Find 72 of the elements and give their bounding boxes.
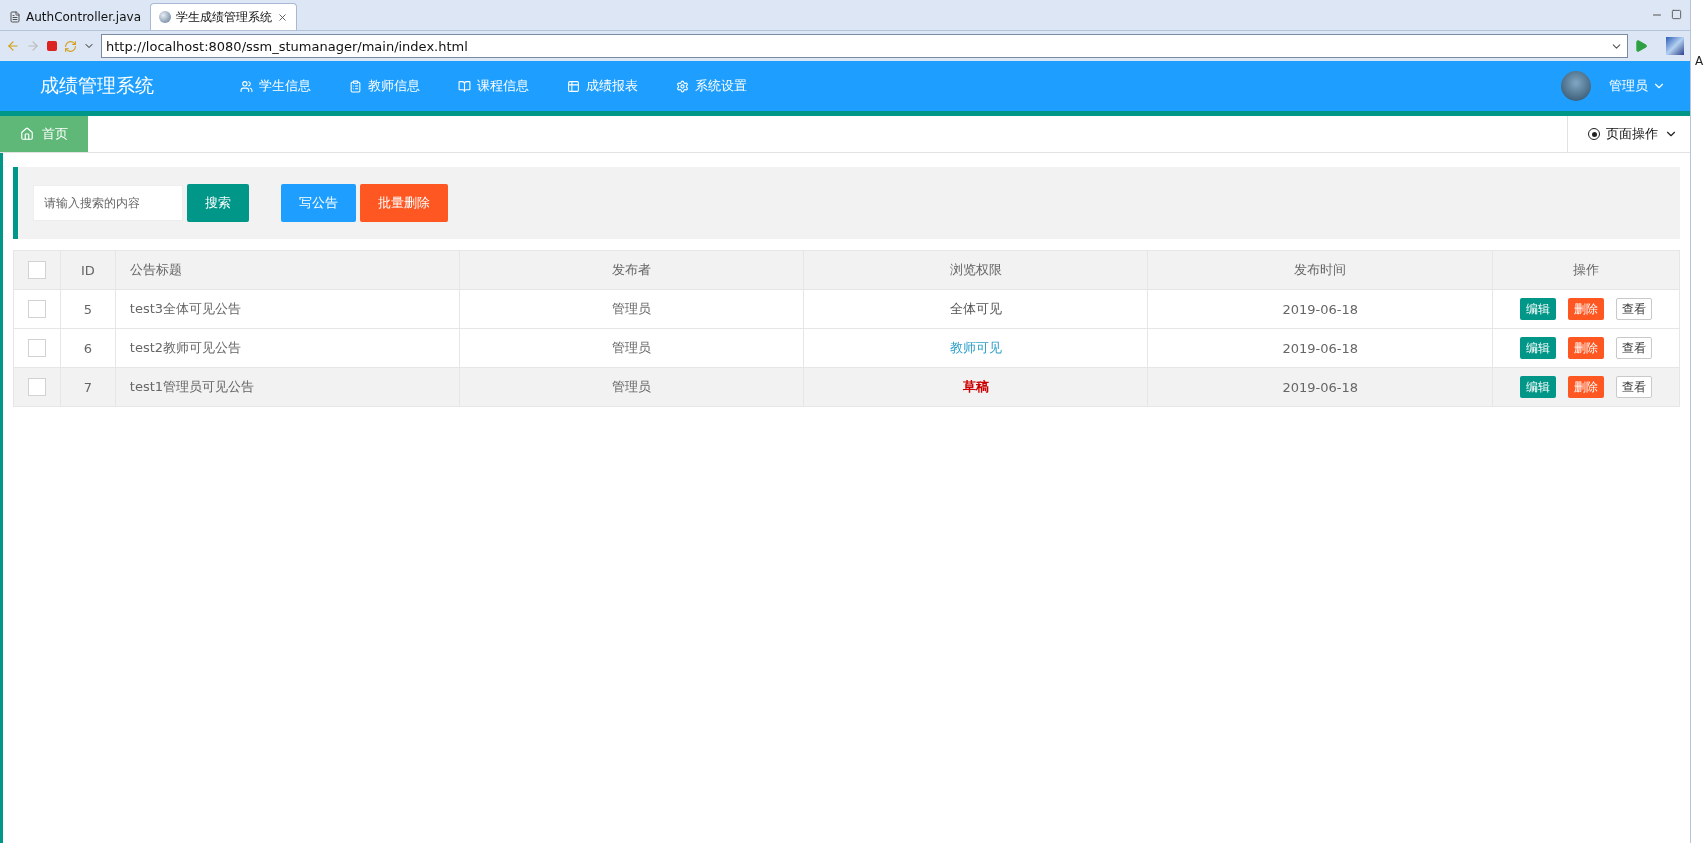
permission-text: 教师可见: [949, 340, 1002, 355]
clipboard-icon: [349, 79, 362, 93]
action-button[interactable]: 查看: [1615, 376, 1652, 398]
nav-link[interactable]: 成绩报表: [567, 77, 638, 95]
column-header: 操作: [1492, 250, 1680, 290]
action-button[interactable]: 删除: [1567, 337, 1604, 359]
table-icon: [567, 79, 580, 93]
stop-icon[interactable]: [46, 40, 58, 52]
url-text: http://localhost:8080/ssm_stumanager/main/index.html: [106, 38, 469, 54]
play-icon[interactable]: [1634, 39, 1648, 53]
action-button[interactable]: 查看: [1615, 298, 1652, 320]
search-field[interactable]: 请输入搜索的内容: [33, 185, 183, 221]
user-menu[interactable]: 管理员: [1609, 77, 1666, 95]
maximize-icon[interactable]: [1671, 9, 1682, 21]
nav-link[interactable]: 学生信息: [240, 77, 311, 95]
globe-icon: [159, 11, 171, 23]
book-icon: [458, 79, 471, 93]
close-icon[interactable]: [277, 11, 288, 23]
toolbar-button[interactable]: 搜索: [187, 184, 249, 222]
column-header: 浏览权限: [803, 250, 1148, 290]
column-header: 发布者: [459, 250, 804, 290]
permission-text: 草稿: [962, 379, 989, 394]
checkbox[interactable]: [28, 378, 46, 396]
editor-tab[interactable]: 学生成绩管理系统: [150, 3, 297, 30]
nav-link[interactable]: 系统设置: [676, 77, 747, 95]
table-row[interactable]: 5 test3全体可见公告 管理员 全体可见 2019-06-18 编辑 删除 查看: [13, 289, 1680, 329]
action-button[interactable]: 编辑: [1519, 376, 1556, 398]
table-row[interactable]: 7 test1管理员可见公告 管理员 草稿 2019-06-18 编辑 删除 查看: [13, 367, 1680, 407]
table-cell: 管理员: [459, 367, 804, 407]
permission-text: 全体可见: [949, 301, 1002, 316]
refresh-icon[interactable]: [64, 39, 77, 53]
back-icon[interactable]: [6, 39, 20, 53]
toolbar-button[interactable]: 批量删除: [360, 184, 448, 222]
people-icon: [240, 79, 253, 93]
file-icon: [9, 11, 21, 23]
table-cell: test1管理员可见公告: [115, 367, 460, 407]
table-cell: 2019-06-18: [1147, 328, 1493, 368]
checkbox[interactable]: [28, 300, 46, 318]
checkbox[interactable]: [28, 339, 46, 357]
nav-link[interactable]: 课程信息: [458, 77, 529, 95]
forward-icon[interactable]: [26, 39, 40, 53]
table-cell: test3全体可见公告: [115, 289, 460, 329]
home-icon: [20, 127, 34, 141]
column-header: 发布时间: [1147, 250, 1493, 290]
editor-tab[interactable]: AuthController.java: [0, 3, 150, 30]
edge-letter: A: [1694, 54, 1704, 68]
table-cell: 6: [60, 328, 116, 368]
avatar-circle[interactable]: [1561, 71, 1591, 101]
table-row[interactable]: 6 test2教师可见公告 管理员 教师可见 2019-06-18 编辑 删除 查看: [13, 328, 1680, 368]
table-cell: 7: [60, 367, 116, 407]
address-field[interactable]: http://localhost:8080/ssm_stumanager/main/index.html: [101, 34, 1628, 58]
column-header: 公告标题: [115, 250, 460, 290]
action-button[interactable]: 编辑: [1519, 298, 1556, 320]
action-button[interactable]: 编辑: [1519, 337, 1556, 359]
table-cell: 管理员: [459, 289, 804, 329]
table-cell: 2019-06-18: [1147, 289, 1493, 329]
brand-title: 成绩管理系统: [40, 73, 155, 98]
table-cell: 管理员: [459, 328, 804, 368]
settings-icon: [676, 79, 689, 93]
nav-link[interactable]: 教师信息: [349, 77, 420, 95]
action-button[interactable]: 删除: [1567, 298, 1604, 320]
page-ops-menu[interactable]: 页面操作: [1567, 116, 1690, 152]
action-button[interactable]: 查看: [1615, 337, 1652, 359]
toolbar-button[interactable]: 写公告: [281, 184, 356, 222]
table-cell: test2教师可见公告: [115, 328, 460, 368]
action-button[interactable]: 删除: [1567, 376, 1604, 398]
column-header: ID: [60, 250, 116, 290]
app-icon[interactable]: [1666, 37, 1684, 55]
checkbox[interactable]: [28, 261, 46, 279]
page-tab[interactable]: 首页: [0, 116, 88, 152]
table-cell: 5: [60, 289, 116, 329]
table-cell: 2019-06-18: [1147, 367, 1493, 407]
